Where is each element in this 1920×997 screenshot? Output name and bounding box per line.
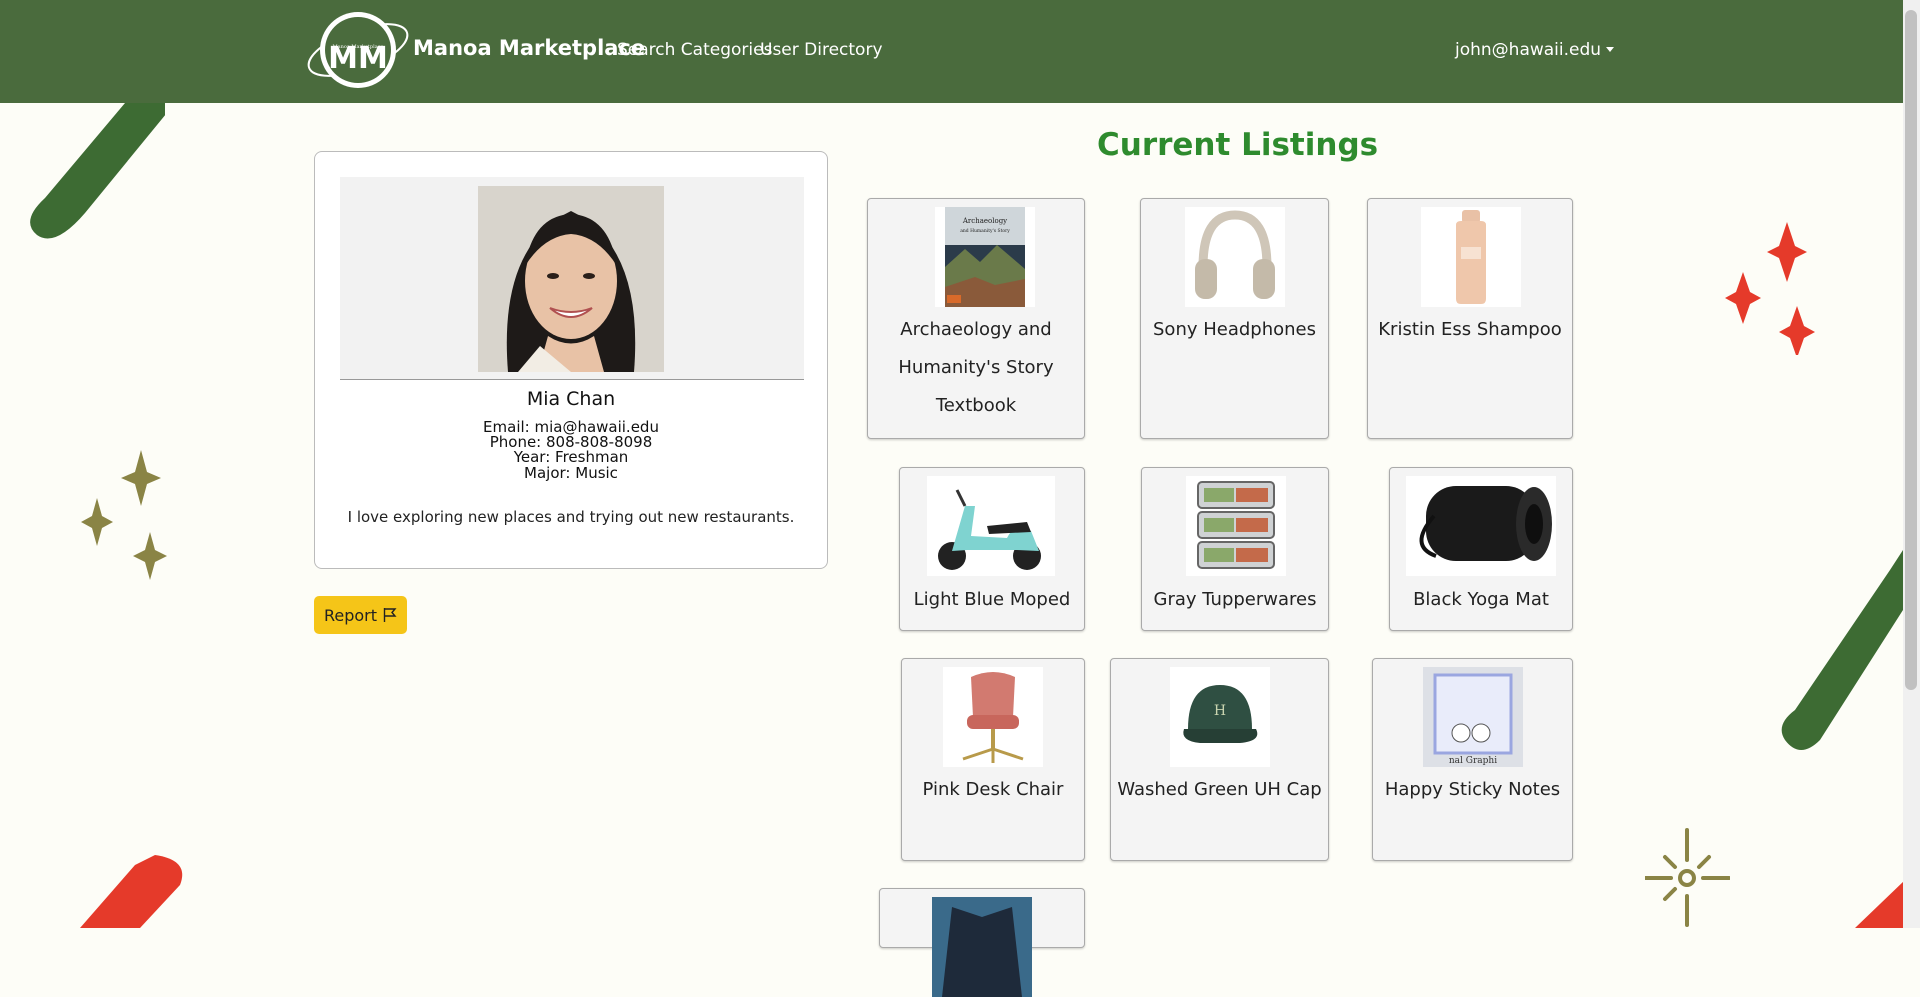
jacket-image	[932, 897, 1032, 997]
listing-title: Gray Tupperwares	[1153, 589, 1317, 610]
listing-card[interactable]: nal Graphi Happy Sticky Notes	[1372, 658, 1573, 861]
sticky-notes-image: nal Graphi	[1423, 667, 1523, 767]
green-cap-image: H	[1170, 667, 1270, 767]
listing-card[interactable]: Kristin Ess Shampoo	[1367, 198, 1573, 439]
listing-card[interactable]: H Washed Green UH Cap	[1110, 658, 1329, 861]
svg-text:and Humanity's Story: and Humanity's Story	[960, 228, 1010, 234]
green-brush-stroke-decoration	[30, 103, 165, 239]
sparkle-decoration	[81, 450, 167, 580]
listing-title: Black Yoga Mat	[1413, 589, 1549, 610]
listing-title: Archaeology and Humanity's Story Textboo…	[898, 319, 1054, 416]
listing-card[interactable]: Black Yoga Mat	[1389, 467, 1573, 631]
listing-card[interactable]: Light Blue Moped	[899, 467, 1085, 631]
listing-card[interactable]: Sony Headphones	[1140, 198, 1329, 439]
report-label: Report	[323, 605, 378, 625]
listing-title: Washed Green UH Cap	[1117, 779, 1322, 800]
profile-card: Mia Chan Email: mia@hawaii.edu Phone: 80…	[314, 151, 828, 569]
red-sparkle-decoration	[1725, 222, 1815, 355]
report-button[interactable]: Report	[314, 596, 407, 634]
red-corner-decoration	[1855, 880, 1905, 928]
listing-title: Pink Desk Chair	[922, 779, 1064, 800]
green-brush-stroke-right-decoration	[1781, 550, 1903, 750]
scrollbar-thumb[interactable]	[1905, 10, 1917, 690]
red-brush-stroke-decoration	[80, 855, 183, 928]
listing-card[interactable]: Archaeology and Humanity's Story Archaeo…	[867, 198, 1085, 439]
flag-icon	[383, 608, 397, 622]
moped-image	[927, 476, 1055, 576]
desk-chair-image	[943, 667, 1043, 767]
nav-user-directory[interactable]: User Directory	[760, 40, 883, 60]
svg-text:H: H	[1214, 703, 1226, 719]
listing-card[interactable]: Pink Desk Chair	[901, 658, 1085, 861]
yoga-mat-image	[1406, 476, 1556, 576]
manoa-marketplace-logo[interactable]: MM Manoa Marketplace	[303, 10, 413, 90]
user-email: john@hawaii.edu	[1455, 40, 1602, 60]
profile-major: Major: Music	[524, 464, 618, 482]
listing-title: Light Blue Moped	[913, 589, 1071, 610]
caret-down-icon	[1606, 47, 1615, 52]
brand-title[interactable]: Manoa Marketplace	[413, 36, 645, 60]
textbook-image: Archaeology and Humanity's Story	[935, 207, 1035, 307]
tupperware-image	[1186, 476, 1286, 576]
listing-card[interactable]	[879, 888, 1085, 997]
svg-text:Archaeology: Archaeology	[962, 217, 1007, 225]
user-dropdown[interactable]: john@hawaii.edu	[1455, 40, 1615, 60]
profile-photo-frame	[340, 177, 804, 380]
svg-text:Manoa Marketplace: Manoa Marketplace	[333, 44, 384, 50]
profile-bio: I love exploring new places and trying o…	[347, 508, 795, 526]
listing-title: Kristin Ess Shampoo	[1378, 319, 1562, 340]
navbar: MM Manoa Marketplace Manoa Marketplace S…	[0, 0, 1920, 103]
profile-photo	[478, 186, 664, 372]
headphones-image	[1185, 207, 1285, 307]
nav-search-categories[interactable]: Search Categories	[617, 40, 772, 60]
sun-doodle-decoration	[1645, 828, 1730, 927]
shampoo-image	[1421, 207, 1521, 307]
listing-title: Happy Sticky Notes	[1384, 779, 1561, 800]
listings-title: Current Listings	[1097, 127, 1379, 163]
listing-card[interactable]: Gray Tupperwares	[1141, 467, 1329, 631]
listing-title: Sony Headphones	[1153, 319, 1316, 340]
profile-name: Mia Chan	[526, 388, 616, 410]
svg-text:nal Graphi: nal Graphi	[1449, 756, 1497, 766]
